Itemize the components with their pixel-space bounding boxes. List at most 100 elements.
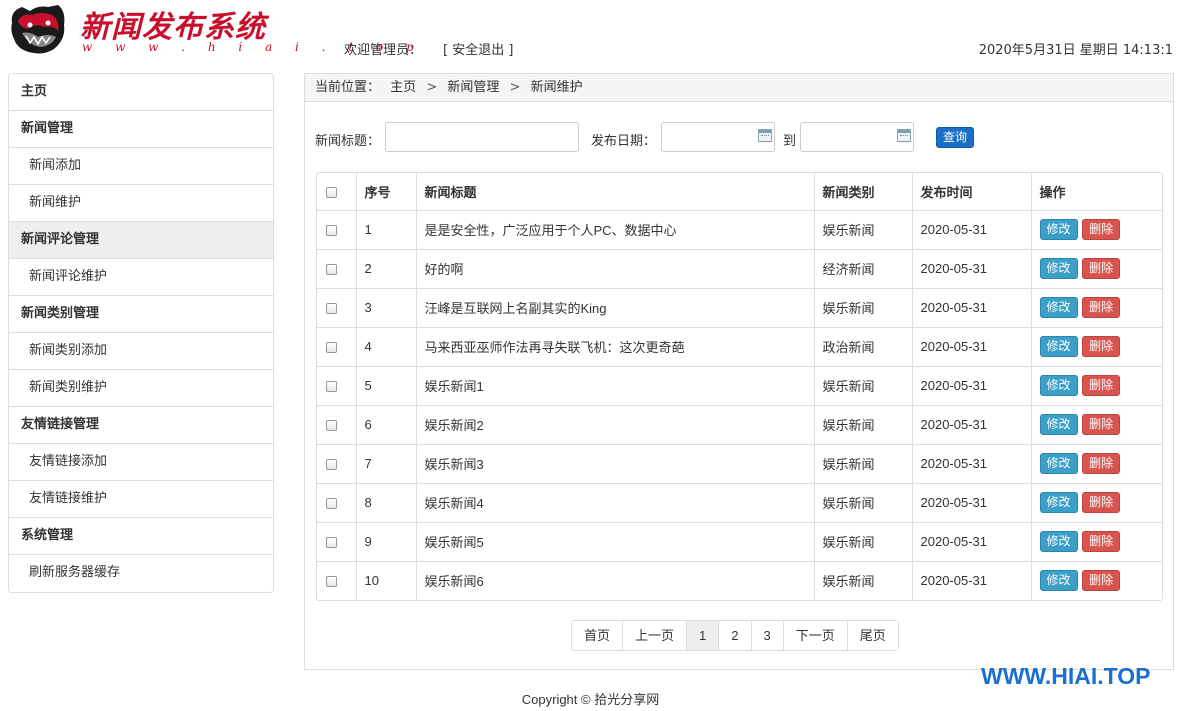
page-number-button[interactable]: 2 <box>719 621 752 650</box>
page-first-button[interactable]: 首页 <box>572 621 624 650</box>
row-checkbox[interactable] <box>326 576 337 588</box>
edit-button[interactable]: 修改 <box>1039 414 1078 435</box>
page-number-button[interactable]: 1 <box>687 621 720 650</box>
edit-button[interactable]: 修改 <box>1039 453 1078 474</box>
delete-button[interactable]: 删除 <box>1082 492 1121 513</box>
row-select-cell <box>317 561 357 600</box>
select-all-checkbox[interactable] <box>326 186 337 198</box>
row-title: 娱乐新闻3 <box>416 444 815 484</box>
delete-button[interactable]: 删除 <box>1082 375 1121 396</box>
row-number: 8 <box>356 483 417 523</box>
edit-button[interactable]: 修改 <box>1039 258 1078 279</box>
title-input[interactable] <box>385 122 579 152</box>
row-checkbox[interactable] <box>326 225 337 237</box>
sidebar-item-refresh-cache[interactable]: 刷新服务器缓存 <box>9 555 273 592</box>
edit-button[interactable]: 修改 <box>1039 336 1078 357</box>
delete-button[interactable]: 删除 <box>1082 219 1121 240</box>
row-category: 娱乐新闻 <box>814 405 913 445</box>
to-label: 到 <box>783 134 797 149</box>
sidebar-group-system[interactable]: 系统管理 <box>9 518 273 555</box>
sidebar-group-news[interactable]: 新闻管理 <box>9 111 273 148</box>
edit-button[interactable]: 修改 <box>1039 219 1078 240</box>
delete-button[interactable]: 删除 <box>1082 453 1121 474</box>
row-checkbox[interactable] <box>326 303 337 315</box>
delete-button[interactable]: 删除 <box>1082 570 1121 592</box>
row-category: 娱乐新闻 <box>814 444 913 484</box>
delete-button[interactable]: 删除 <box>1082 414 1121 435</box>
row-date: 2020-05-31 <box>912 366 1032 406</box>
logout-link[interactable]: [ 安全退出 ] <box>443 39 513 58</box>
edit-button[interactable]: 修改 <box>1039 531 1078 552</box>
main-panel: 当前位置： 主页 > 新闻管理 > 新闻维护 新闻标题： 发布日期： 到 查询 … <box>304 73 1174 670</box>
panther-logo-icon <box>11 5 65 54</box>
header: 新闻发布系统 w w w . h i a i . t o p 欢迎管理员： [ … <box>0 0 1181 62</box>
row-title: 是是安全性，广泛应用于个人PC、数据中心 <box>416 210 815 250</box>
query-button[interactable]: 查询 <box>936 127 974 148</box>
column-header: 操作 <box>1031 173 1162 211</box>
sidebar-item-link-add[interactable]: 友情链接添加 <box>9 444 273 481</box>
row-select-cell <box>317 522 357 562</box>
sidebar-group-links[interactable]: 友情链接管理 <box>9 407 273 444</box>
edit-button[interactable]: 修改 <box>1039 570 1078 592</box>
page-next-button[interactable]: 下一页 <box>783 621 848 650</box>
breadcrumb-home[interactable]: 主页 <box>390 80 416 95</box>
edit-button[interactable]: 修改 <box>1039 492 1078 513</box>
sidebar-group-categories[interactable]: 新闻类别管理 <box>9 296 273 333</box>
row-checkbox[interactable] <box>326 342 337 354</box>
row-date: 2020-05-31 <box>912 288 1032 328</box>
table-row: 9 娱乐新闻5 娱乐新闻 2020-05-31 修改 删除 <box>317 522 1162 562</box>
row-actions: 修改 删除 <box>1031 249 1162 289</box>
row-actions: 修改 删除 <box>1031 483 1162 523</box>
calendar-icon[interactable] <box>758 129 772 142</box>
row-title: 汪峰是互联网上名副其实的King <box>416 288 815 328</box>
edit-button[interactable]: 修改 <box>1039 297 1078 318</box>
row-date: 2020-05-31 <box>912 249 1032 289</box>
row-checkbox[interactable] <box>326 537 337 549</box>
row-title: 娱乐新闻4 <box>416 483 815 523</box>
page-number-button[interactable]: 3 <box>751 621 784 650</box>
table-row: 2 好的啊 经济新闻 2020-05-31 修改 删除 <box>317 249 1162 289</box>
breadcrumb-news[interactable]: 新闻管理 <box>447 80 499 95</box>
row-actions: 修改 删除 <box>1031 366 1162 406</box>
delete-button[interactable]: 删除 <box>1082 258 1121 279</box>
calendar-icon[interactable] <box>897 129 911 142</box>
page-prev-button[interactable]: 上一页 <box>623 621 688 650</box>
sidebar-item-category-add[interactable]: 新闻类别添加 <box>9 333 273 370</box>
column-header: 新闻标题 <box>416 173 815 211</box>
sidebar-item-category-maintain[interactable]: 新闻类别维护 <box>9 370 273 407</box>
sidebar-item-home[interactable]: 主页 <box>9 74 273 111</box>
row-checkbox[interactable] <box>326 264 337 276</box>
row-title: 马来西亚巫师作法再寻失联飞机：这次更奇葩 <box>416 327 815 367</box>
delete-button[interactable]: 删除 <box>1082 531 1121 552</box>
sidebar-item-news-add[interactable]: 新闻添加 <box>9 148 273 185</box>
edit-button[interactable]: 修改 <box>1039 375 1078 396</box>
row-date: 2020-05-31 <box>912 444 1032 484</box>
row-category: 娱乐新闻 <box>814 210 913 250</box>
table-row: 3 汪峰是互联网上名副其实的King 娱乐新闻 2020-05-31 修改 删除 <box>317 288 1162 328</box>
sidebar-item-comments-maintain[interactable]: 新闻评论维护 <box>9 259 273 296</box>
row-category: 娱乐新闻 <box>814 483 913 523</box>
delete-button[interactable]: 删除 <box>1082 297 1121 318</box>
row-number: 6 <box>356 405 417 445</box>
select-all-cell <box>317 173 357 211</box>
sidebar-item-link-maintain[interactable]: 友情链接维护 <box>9 481 273 518</box>
row-actions: 修改 删除 <box>1031 444 1162 484</box>
sidebar-item-news-maintain[interactable]: 新闻维护 <box>9 185 273 222</box>
breadcrumb-prefix: 当前位置： <box>315 80 381 95</box>
row-checkbox[interactable] <box>326 420 337 432</box>
footer-copyright: Copyright © 拾光分享网 <box>521 692 660 707</box>
search-form: 新闻标题： 发布日期： 到 查询 <box>315 122 1165 152</box>
sidebar-group-comments[interactable]: 新闻评论管理 <box>9 222 273 259</box>
table-row: 6 娱乐新闻2 娱乐新闻 2020-05-31 修改 删除 <box>317 405 1162 445</box>
row-checkbox[interactable] <box>326 498 337 510</box>
row-select-cell <box>317 249 357 289</box>
row-checkbox[interactable] <box>326 459 337 471</box>
column-header: 发布时间 <box>912 173 1032 211</box>
row-select-cell <box>317 327 357 367</box>
row-actions: 修改 删除 <box>1031 405 1162 445</box>
row-checkbox[interactable] <box>326 381 337 393</box>
pagination: 首页 上一页 1 2 3 下一页 尾页 <box>571 620 899 651</box>
date-label: 发布日期： <box>591 134 657 149</box>
delete-button[interactable]: 删除 <box>1082 336 1121 357</box>
page-last-button[interactable]: 尾页 <box>847 621 898 650</box>
